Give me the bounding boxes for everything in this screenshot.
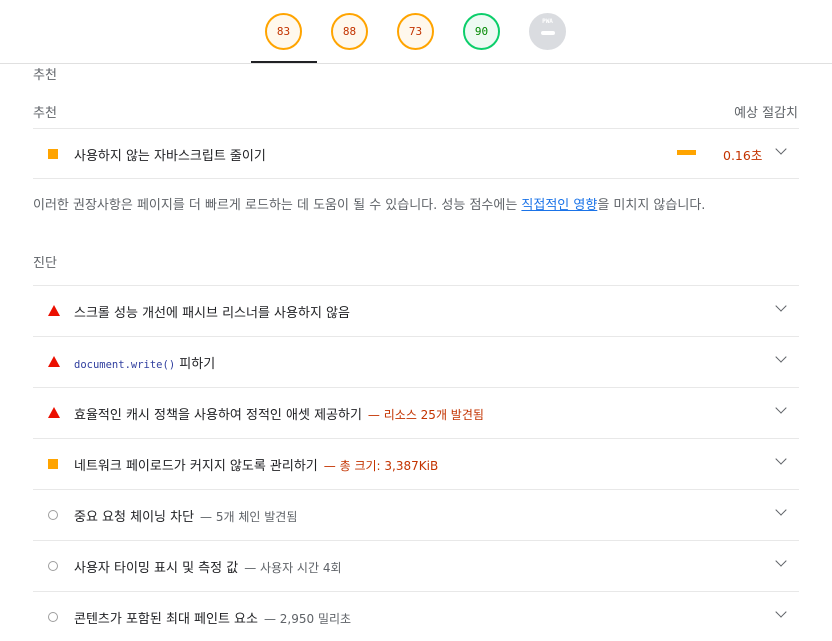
audit-title: 사용자 타이밍 표시 및 측정 값 — 사용자 시간 4회 — [74, 557, 342, 576]
fail-triangle-icon — [48, 407, 60, 418]
description-text-end: 을 미치지 않습니다. — [597, 198, 706, 213]
informative-circle-icon — [48, 510, 58, 520]
audit-display-value: — 사용자 시간 4회 — [244, 561, 342, 575]
audit-title-text: 콘텐츠가 포함된 최대 페인트 요소 — [74, 612, 258, 627]
gauge-score: 90 — [474, 25, 489, 38]
informative-circle-icon — [48, 561, 58, 571]
fail-triangle-icon — [48, 305, 60, 316]
gauge-score: 88 — [342, 25, 357, 38]
audit-title-text: 사용자 타이밍 표시 및 측정 값 — [74, 561, 239, 576]
audit-row-network-payload[interactable]: 네트워크 페이로드가 커지지 않도록 관리하기 — 총 크기: 3,387KiB — [33, 438, 799, 488]
chevron-down-icon[interactable] — [775, 453, 787, 465]
savings-value: 0.16초 — [723, 148, 763, 163]
audit-title-text: 스크롤 성능 개선에 패시브 리스너를 사용하지 않음 — [74, 306, 350, 321]
audit-row-user-timings[interactable]: 사용자 타이밍 표시 및 측정 값 — 사용자 시간 4회 — [33, 540, 799, 590]
audit-display-value: — 리소스 25개 발견됨 — [367, 408, 484, 422]
direct-impact-link[interactable]: 직접적인 영향 — [521, 198, 597, 213]
audit-title-text: 피하기 — [175, 357, 216, 372]
audit-title: 콘텐츠가 포함된 최대 페인트 요소 — 2,950 밀리초 — [74, 608, 351, 627]
chevron-down-icon[interactable] — [775, 402, 787, 414]
performance-gauge[interactable]: 83 — [265, 13, 302, 50]
audit-row-cache-policy[interactable]: 효율적인 캐시 정책을 사용하여 정적인 애셋 제공하기 — 리소스 25개 발견… — [33, 387, 799, 437]
average-square-icon — [48, 459, 58, 469]
opportunities-description: 이러한 권장사항은 페이지를 더 빠르게 로드하는 데 도움이 될 수 있습니다… — [33, 194, 705, 213]
audit-row-passive-listeners[interactable]: 스크롤 성능 개선에 패시브 리스너를 사용하지 않음 — [33, 285, 799, 335]
audit-title-text: 네트워크 페이로드가 커지지 않도록 관리하기 — [74, 459, 318, 474]
audit-row-critical-request-chains[interactable]: 중요 요청 체이닝 차단 — 5개 체인 발견됨 — [33, 489, 799, 539]
pwa-label: PWA — [542, 18, 553, 25]
score-bar: 83 88 73 90 PWA — [0, 0, 832, 64]
sticky-section-title: 추천 — [33, 68, 57, 83]
chevron-down-icon[interactable] — [775, 351, 787, 363]
description-text: 이러한 권장사항은 페이지를 더 빠르게 로드하는 데 도움이 될 수 있습니다… — [33, 198, 522, 213]
opportunities-title: 추천 — [33, 106, 57, 121]
accessibility-gauge[interactable]: 88 — [331, 13, 368, 50]
diagnostics-title: 진단 — [33, 256, 57, 271]
divider — [33, 178, 799, 179]
chevron-down-icon[interactable] — [775, 606, 787, 618]
audit-title-text: 효율적인 캐시 정책을 사용하여 정적인 애셋 제공하기 — [74, 408, 362, 423]
chevron-down-icon[interactable] — [775, 555, 787, 567]
audit-code: document.write() — [74, 359, 176, 371]
audit-title: 네트워크 페이로드가 커지지 않도록 관리하기 — 총 크기: 3,387KiB — [74, 455, 438, 474]
fail-triangle-icon — [48, 356, 60, 367]
audit-title-text: 중요 요청 체이닝 차단 — [74, 510, 195, 525]
active-tab-indicator — [251, 61, 317, 63]
audit-row-document-write[interactable]: document.write() 피하기 — [33, 336, 799, 386]
audit-row-largest-contentful-paint-element[interactable]: 콘텐츠가 포함된 최대 페인트 요소 — 2,950 밀리초 — [33, 591, 799, 641]
best-practices-gauge[interactable]: 73 — [397, 13, 434, 50]
savings-bar — [677, 150, 696, 155]
savings-header: 예상 절감치 — [734, 106, 798, 121]
audit-display-value: — 5개 체인 발견됨 — [200, 510, 298, 524]
chevron-down-icon[interactable] — [775, 504, 787, 516]
audit-display-value: — 총 크기: 3,387KiB — [323, 459, 439, 473]
gauge-score: 73 — [408, 25, 423, 38]
audit-display-value: — 2,950 밀리초 — [263, 612, 352, 626]
audit-title: 중요 요청 체이닝 차단 — 5개 체인 발견됨 — [74, 506, 297, 525]
audit-title: 효율적인 캐시 정책을 사용하여 정적인 애셋 제공하기 — 리소스 25개 발견… — [74, 404, 484, 423]
audit-title: 사용하지 않는 자바스크립트 줄이기 — [74, 149, 266, 164]
average-square-icon — [48, 149, 58, 159]
audit-title: 스크롤 성능 개선에 패시브 리스너를 사용하지 않음 — [74, 302, 350, 321]
gauge-score: 83 — [276, 25, 291, 38]
chevron-down-icon[interactable] — [775, 300, 787, 312]
seo-gauge[interactable]: 90 — [463, 13, 500, 50]
audit-row-unused-javascript[interactable]: 사용하지 않는 자바스크립트 줄이기 0.16초 — [33, 128, 799, 178]
audit-title: document.write() 피하기 — [74, 353, 215, 372]
informative-circle-icon — [48, 612, 58, 622]
chevron-down-icon[interactable] — [775, 143, 787, 155]
pwa-gauge[interactable]: PWA — [529, 13, 566, 50]
pwa-dash-icon — [541, 31, 555, 35]
